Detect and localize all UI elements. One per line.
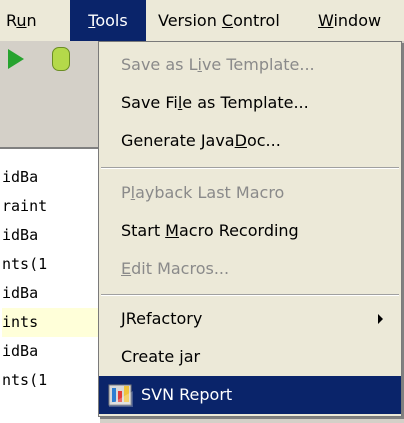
tools-menu-dropdown: Save as Live Template... Save File as Te…: [98, 41, 402, 417]
menu-window[interactable]: Window: [318, 0, 381, 41]
menu-item-playback-last-macro[interactable]: Playback Last Macro: [99, 174, 401, 212]
toolbar: [0, 41, 98, 146]
code-line: nts(1: [2, 255, 48, 273]
submenu-arrow-icon: [378, 314, 383, 324]
code-line: ints: [2, 308, 98, 337]
code-line: raint: [2, 197, 48, 215]
menu-separator: [101, 167, 399, 169]
menu-tools[interactable]: Tools: [70, 0, 146, 41]
menu-item-create-jar[interactable]: Create jar: [99, 338, 401, 376]
menu-bar: Run Tools Version Control Window: [0, 0, 404, 41]
menu-item-save-as-live-template[interactable]: Save as Live Template...: [99, 46, 401, 84]
code-line: idBa: [2, 168, 39, 186]
code-editor[interactable]: idBa raint idBa nts(1 idBa ints idBa nts…: [0, 147, 100, 423]
menu-item-generate-javadoc[interactable]: Generate JavaDoc...: [99, 122, 401, 160]
code-line: idBa: [2, 284, 39, 302]
menu-item-jrefactory[interactable]: JRefactory: [99, 300, 401, 338]
menu-version-control[interactable]: Version Control: [158, 0, 280, 41]
menu-item-save-file-as-template[interactable]: Save File as Template...: [99, 84, 401, 122]
code-line: nts(1: [2, 371, 48, 389]
code-line: idBa: [2, 342, 39, 360]
menu-run[interactable]: Run: [6, 0, 37, 41]
play-icon[interactable]: [8, 49, 24, 69]
menu-item-edit-macros[interactable]: Edit Macros...: [99, 250, 401, 288]
bug-icon[interactable]: [52, 47, 70, 71]
menu-item-svn-report[interactable]: SVN Report: [99, 376, 401, 414]
menu-separator: [101, 294, 399, 296]
svn-icon: [108, 384, 133, 407]
code-line: idBa: [2, 226, 39, 244]
menu-item-start-macro-recording[interactable]: Start Macro Recording: [99, 212, 401, 250]
